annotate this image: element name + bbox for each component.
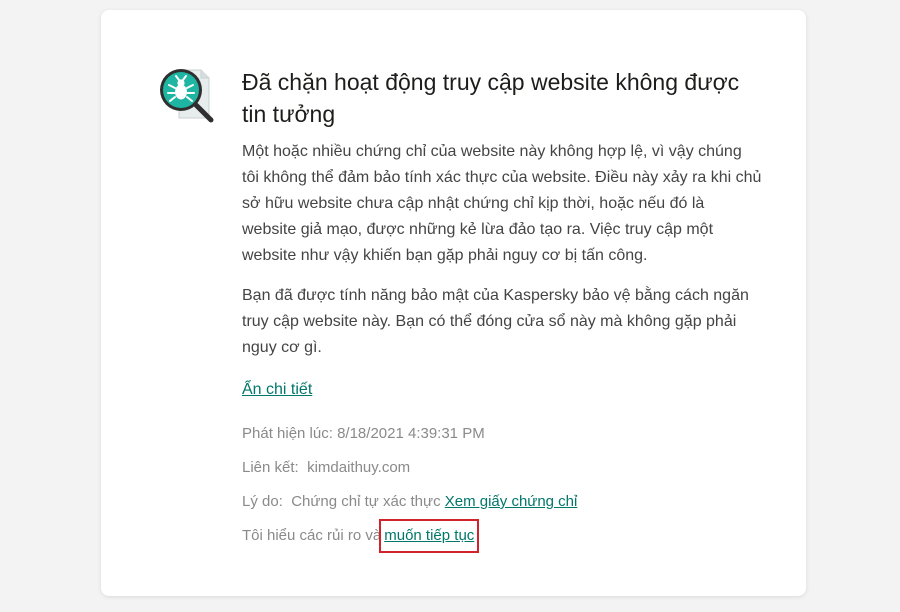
continue-row: Tôi hiểu các rủi ro và muốn tiếp tục xyxy=(242,519,762,553)
reason-label: Lý do: xyxy=(242,493,283,510)
hide-details-link[interactable]: Ẩn chi tiết xyxy=(242,381,312,399)
page-title: Đã chặn hoạt động truy cập website không… xyxy=(242,69,740,127)
reason-value: Chứng chỉ tự xác thực xyxy=(291,493,441,510)
link-row: Liên kết: kimdaithuy.com xyxy=(242,451,762,485)
block-page-card: Đã chặn hoạt động truy cập website không… xyxy=(101,10,806,596)
continue-highlight-box: muốn tiếp tục xyxy=(379,519,480,553)
bug-magnifier-icon xyxy=(157,66,217,126)
link-label: Liên kết: xyxy=(242,459,299,476)
risk-text: Tôi hiểu các rủi ro và xyxy=(242,527,382,544)
reason-row: Lý do: Chứng chỉ tự xác thực Xem giấy ch… xyxy=(242,485,762,519)
link-value: kimdaithuy.com xyxy=(307,459,411,476)
details-section: Phát hiện lúc: 8/18/2021 4:39:31 PM Liên… xyxy=(242,417,762,553)
view-certificate-link[interactable]: Xem giấy chứng chỉ xyxy=(445,493,578,510)
detected-label: Phát hiện lúc: xyxy=(242,425,333,442)
detected-value: 8/18/2021 4:39:31 PM xyxy=(337,425,485,442)
protection-paragraph: Bạn đã được tính năng bảo mật của Kasper… xyxy=(242,287,749,356)
detected-time-row: Phát hiện lúc: 8/18/2021 4:39:31 PM xyxy=(242,417,762,451)
continue-link[interactable]: muốn tiếp tục xyxy=(384,527,474,544)
block-content: Đã chặn hoạt động truy cập website không… xyxy=(242,66,762,553)
description-paragraph: Một hoặc nhiều chứng chỉ của website này… xyxy=(242,143,762,264)
